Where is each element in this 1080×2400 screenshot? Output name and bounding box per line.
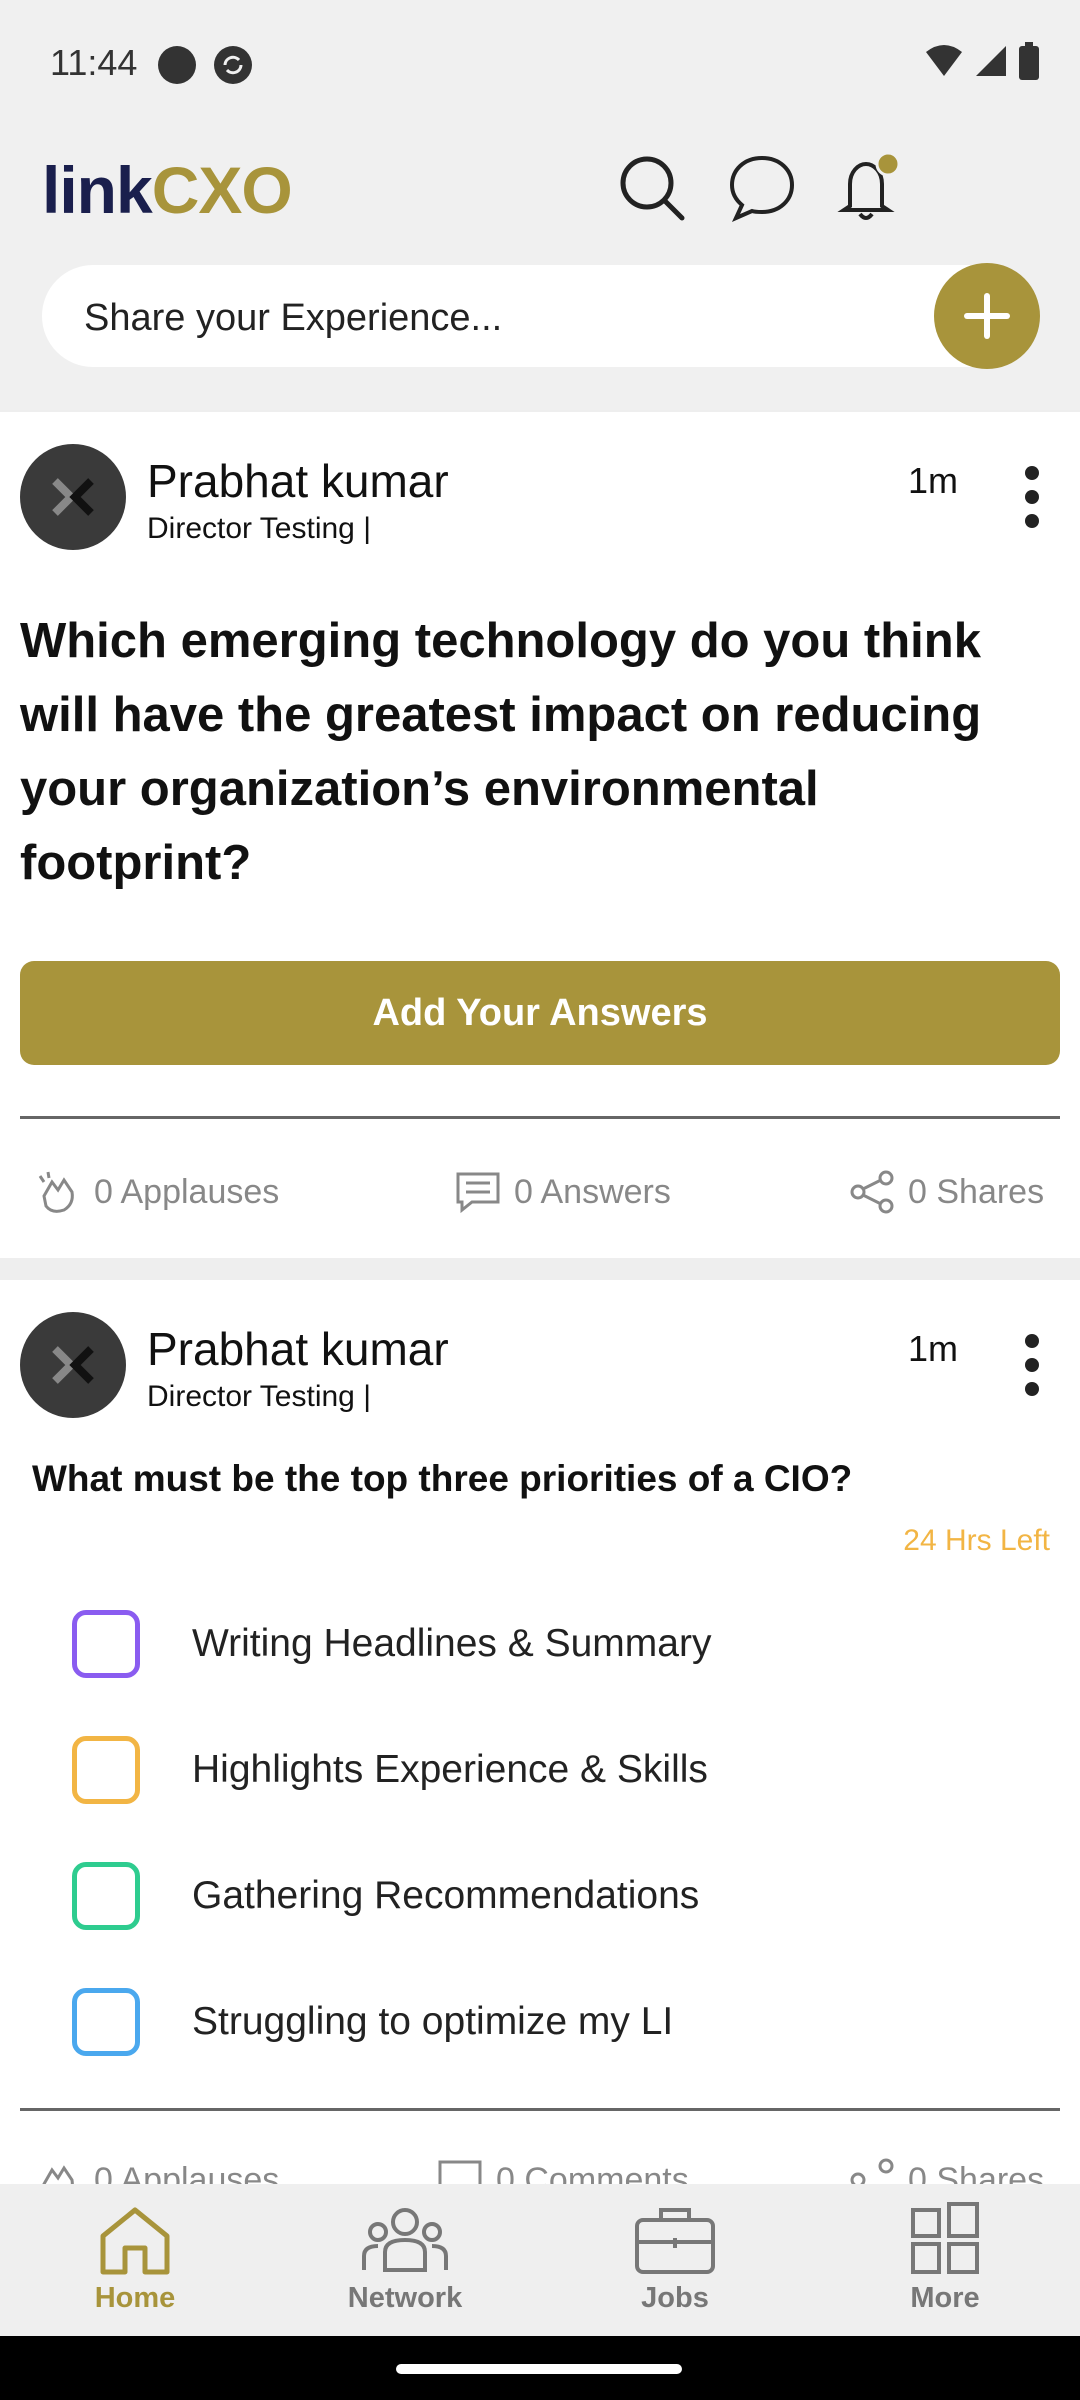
briefcase-icon bbox=[635, 2208, 715, 2274]
answers-action[interactable]: 0 Answers bbox=[454, 1168, 671, 1216]
poll-option[interactable]: Writing Headlines & Summary bbox=[72, 1610, 711, 1678]
search-icon[interactable] bbox=[614, 150, 690, 226]
answers-count: 0 Answers bbox=[514, 1172, 671, 1211]
wifi-icon bbox=[926, 45, 962, 76]
applause-count: 0 Applauses bbox=[94, 1172, 280, 1211]
more-options-icon[interactable] bbox=[1010, 1332, 1054, 1402]
share-icon bbox=[850, 1170, 894, 1214]
poll-option-label: Highlights Experience & Skills bbox=[192, 1748, 708, 1791]
home-gesture-handle[interactable] bbox=[396, 2364, 682, 2374]
post-time: 1m bbox=[908, 460, 959, 501]
nav-more[interactable]: More bbox=[810, 2184, 1080, 2336]
poll-option-label: Gathering Recommendations bbox=[192, 1874, 700, 1917]
avatar[interactable] bbox=[20, 444, 126, 550]
home-icon bbox=[100, 2207, 170, 2275]
bottom-navigation: Home Network Jobs More bbox=[0, 2184, 1080, 2336]
share-action[interactable]: 0 Shares bbox=[848, 2156, 1044, 2184]
applause-count: 0 Applauses bbox=[94, 2160, 280, 2185]
clap-icon bbox=[42, 2165, 74, 2184]
grid-icon bbox=[911, 2202, 979, 2274]
plus-icon bbox=[964, 293, 1010, 339]
share-action[interactable]: 0 Shares bbox=[848, 1168, 1044, 1216]
notification-dot-icon bbox=[158, 46, 196, 84]
poll-option[interactable]: Highlights Experience & Skills bbox=[72, 1736, 708, 1804]
system-gesture-bar bbox=[0, 2336, 1080, 2400]
shares-count: 0 Shares bbox=[908, 1172, 1045, 1211]
author-title: Director Testing | bbox=[147, 1380, 371, 1413]
app-header: linkCXO Share your Experience... bbox=[0, 130, 1080, 410]
poll-checkbox[interactable] bbox=[72, 1610, 140, 1678]
poll-option[interactable]: Struggling to optimize my LI bbox=[72, 1988, 673, 2056]
status-bar: 11:44 bbox=[0, 0, 1080, 130]
add-your-answers-button[interactable]: Add Your Answers bbox=[20, 961, 1060, 1065]
poll-question: What must be the top three priorities of… bbox=[32, 1458, 853, 1499]
author-name[interactable]: Prabhat kumar bbox=[147, 454, 449, 508]
signal-icon bbox=[976, 46, 1006, 76]
author-name[interactable]: Prabhat kumar bbox=[147, 1322, 449, 1376]
chat-icon[interactable] bbox=[724, 150, 800, 226]
applause-action[interactable]: 0 Applauses bbox=[34, 2156, 279, 2184]
clap-icon bbox=[38, 1171, 74, 1213]
poll-option-label: Struggling to optimize my LI bbox=[192, 2000, 674, 2043]
sync-icon bbox=[214, 46, 252, 84]
share-experience-input[interactable]: Share your Experience... bbox=[42, 263, 1040, 369]
divider bbox=[20, 1116, 1060, 1119]
people-icon bbox=[362, 2208, 448, 2272]
nav-jobs[interactable]: Jobs bbox=[540, 2184, 810, 2336]
add-post-button[interactable] bbox=[934, 263, 1040, 369]
cxo-avatar-icon bbox=[52, 478, 94, 516]
poll-post-card: Prabhat kumar Director Testing | 1m What… bbox=[0, 1280, 1080, 2184]
poll-time-left: 24 Hrs Left bbox=[903, 1524, 1050, 1557]
poll-option-label: Writing Headlines & Summary bbox=[192, 1622, 712, 1665]
shares-count: 0 Shares bbox=[908, 2160, 1045, 2185]
comments-count: 0 Comments bbox=[496, 2160, 689, 2185]
comment-icon bbox=[456, 1172, 500, 1214]
status-time: 11:44 bbox=[50, 42, 138, 83]
cxo-avatar-icon bbox=[52, 1346, 94, 1384]
notification-bell-icon[interactable] bbox=[830, 150, 906, 226]
share-placeholder: Share your Experience... bbox=[84, 297, 503, 339]
poll-checkbox[interactable] bbox=[72, 1862, 140, 1930]
avatar[interactable] bbox=[20, 1312, 126, 1418]
question-text: Which emerging technology do you think w… bbox=[20, 614, 982, 890]
comment-icon bbox=[438, 2160, 482, 2184]
more-options-icon[interactable] bbox=[1010, 464, 1054, 534]
battery-icon bbox=[1019, 42, 1039, 80]
share-icon bbox=[850, 2158, 894, 2184]
poll-checkbox[interactable] bbox=[72, 1988, 140, 2056]
nav-home[interactable]: Home bbox=[0, 2184, 270, 2336]
poll-checkbox[interactable] bbox=[72, 1736, 140, 1804]
linkcxo-logo[interactable]: linkCXO bbox=[42, 152, 293, 228]
post-time: 1m bbox=[908, 1328, 959, 1369]
nav-network[interactable]: Network bbox=[270, 2184, 540, 2336]
author-title: Director Testing | bbox=[147, 512, 371, 545]
question-post-card: Prabhat kumar Director Testing | 1m Whic… bbox=[0, 412, 1080, 1258]
divider bbox=[20, 2108, 1060, 2111]
comments-action[interactable]: 0 Comments bbox=[436, 2156, 689, 2184]
poll-option[interactable]: Gathering Recommendations bbox=[72, 1862, 699, 1930]
applause-action[interactable]: 0 Applauses bbox=[34, 1168, 279, 1216]
